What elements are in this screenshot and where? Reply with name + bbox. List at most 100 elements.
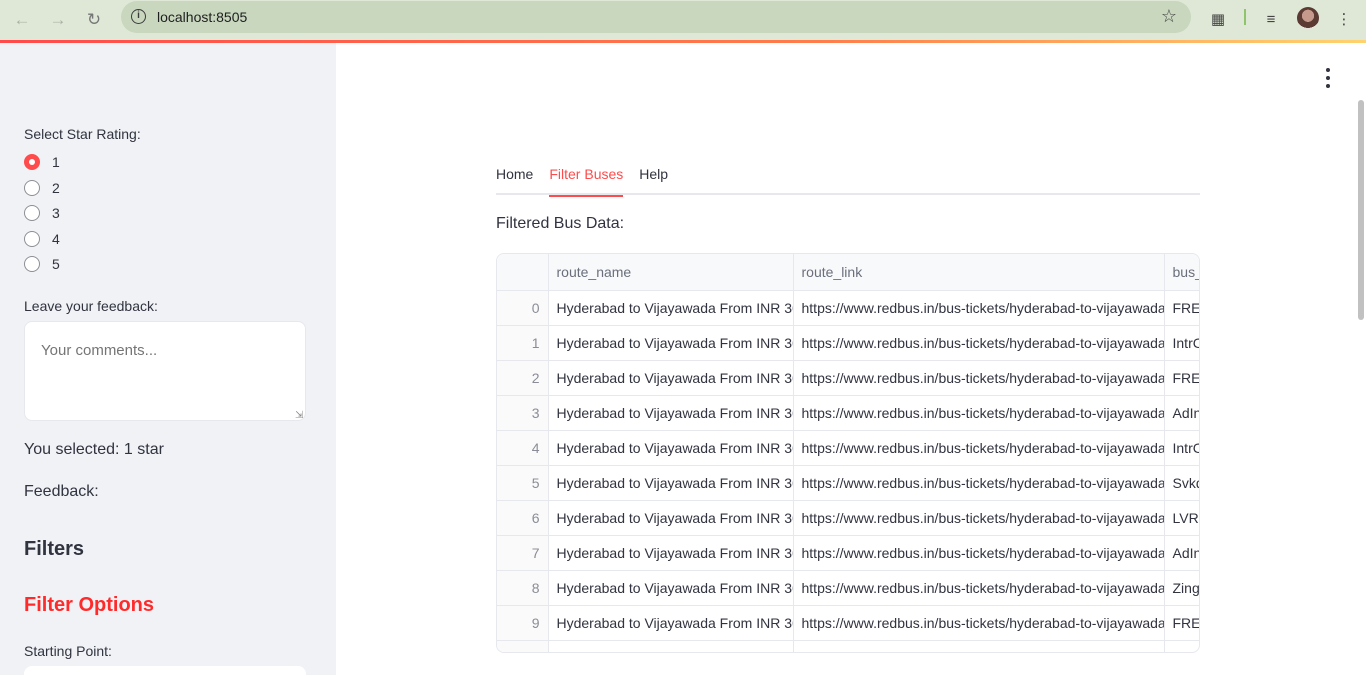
cell-bus-name[interactable]: FRES <box>1164 290 1199 326</box>
cell-route-name[interactable]: Hyderabad to Vijayawada From INR 367 <box>548 605 794 641</box>
tab-filter-buses[interactable]: Filter Buses <box>549 161 623 197</box>
column-header-bus-name[interactable]: bus_ <box>1164 254 1199 291</box>
cell-route-name[interactable]: Hyderabad to Vijayawada From INR 367 <box>548 325 794 361</box>
cell-route-name[interactable]: Hyderabad to Vijayawada From INR 367 <box>548 290 794 326</box>
table-row[interactable]: 8 Hyderabad to Vijayawada From INR 367 htt… <box>497 570 1199 606</box>
star-option-label: 1 <box>52 154 60 170</box>
star-option-label: 5 <box>52 256 60 272</box>
cell-bus-name[interactable]: FRES <box>1164 360 1199 396</box>
star-option-label: 3 <box>52 205 60 221</box>
cell-route-link[interactable]: https://www.redbus.in/bus-tickets/hydera… <box>793 360 1165 396</box>
selected-star-text: You selected: 1 star <box>24 441 164 458</box>
resize-handle-icon[interactable]: ⇲ <box>295 410 303 421</box>
cell-bus-name[interactable]: Svkd <box>1164 465 1199 501</box>
radio-button-selected[interactable] <box>24 154 40 170</box>
row-index: 3 <box>497 395 549 431</box>
cell-route-name[interactable]: Hyderabad to Vijayawada From INR 367 <box>548 465 794 501</box>
bus-data-table[interactable]: route_name route_link bus_ 0 Hyderabad to… <box>496 253 1200 653</box>
row-index: 8 <box>497 570 549 606</box>
cell-bus-name[interactable]: IntrC <box>1164 325 1199 361</box>
row-index: 6 <box>497 500 549 536</box>
cell-route-name[interactable]: Hyderabad to Vijayawada From INR 367 <box>548 535 794 571</box>
cell-route-name[interactable]: Hyderabad to Vijayawada From INR 367 <box>548 395 794 431</box>
cell-bus-name[interactable]: AdIn <box>1164 395 1199 431</box>
starting-point-select[interactable] <box>24 666 306 686</box>
row-index: 1 <box>497 325 549 361</box>
table-row[interactable]: 4 Hyderabad to Vijayawada From INR 367 htt… <box>497 430 1199 466</box>
toolbar-divider <box>1244 9 1246 25</box>
table-row[interactable]: 3 Hyderabad to Vijayawada From INR 367 htt… <box>497 395 1199 431</box>
star-rating-label: Select Star Rating: <box>24 126 141 142</box>
cell-bus-name[interactable]: AdIn <box>1164 535 1199 571</box>
url-text[interactable]: localhost:8505 <box>157 9 247 25</box>
tab-bar: Home Filter Buses Help <box>496 161 1200 197</box>
row-index: 4 <box>497 430 549 466</box>
feedback-textarea[interactable] <box>24 321 306 421</box>
table-row[interactable]: 2 Hyderabad to Vijayawada From INR 367 htt… <box>497 360 1199 396</box>
cell-route-link[interactable]: https://www.redbus.in/bus-tickets/hydera… <box>793 535 1165 571</box>
radio-button[interactable] <box>24 231 40 247</box>
star-option-label: 4 <box>52 231 60 247</box>
table-row[interactable]: 1 Hyderabad to Vijayawada From INR 367 htt… <box>497 325 1199 361</box>
profile-avatar[interactable] <box>1297 7 1319 29</box>
column-header-route-name[interactable]: route_name <box>548 254 794 291</box>
address-bar[interactable]: i localhost:8505 ☆ <box>121 1 1191 33</box>
radio-button[interactable] <box>24 256 40 272</box>
row-index: 9 <box>497 605 549 641</box>
star-option-label: 2 <box>52 180 60 196</box>
cell-route-name[interactable]: Hyderabad to Vijayawada From INR 367 <box>548 570 794 606</box>
star-option-4[interactable]: 4 <box>24 229 60 249</box>
star-option-2[interactable]: 2 <box>24 178 60 198</box>
radio-button[interactable] <box>24 205 40 221</box>
filter-options-heading: Filter Options <box>24 594 154 616</box>
table-row[interactable]: 0 Hyderabad to Vijayawada From INR 367 htt… <box>497 290 1199 326</box>
cell-bus-name[interactable]: IntrC <box>1164 430 1199 466</box>
index-header <box>497 254 549 291</box>
cell-route-link[interactable]: https://www.redbus.in/bus-tickets/hydera… <box>793 465 1165 501</box>
feedback-label: Leave your feedback: <box>24 298 158 314</box>
star-option-3[interactable]: 3 <box>24 203 60 223</box>
row-index: 7 <box>497 535 549 571</box>
media-control-icon[interactable]: ≡ <box>1259 7 1283 31</box>
table-row[interactable]: 5 Hyderabad to Vijayawada From INR 367 htt… <box>497 465 1199 501</box>
row-index: 5 <box>497 465 549 501</box>
table-row[interactable]: 9 Hyderabad to Vijayawada From INR 367 htt… <box>497 605 1199 641</box>
cell-route-link[interactable]: https://www.redbus.in/bus-tickets/hydera… <box>793 395 1165 431</box>
table-row[interactable]: 6 Hyderabad to Vijayawada From INR 367 htt… <box>497 500 1199 536</box>
star-option-5[interactable]: 5 <box>24 254 60 274</box>
main-content: Home Filter Buses Help Filtered Bus Data… <box>336 43 1366 675</box>
filters-heading: Filters <box>24 538 85 560</box>
cell-bus-name[interactable]: FRES <box>1164 605 1199 641</box>
column-header-route-link[interactable]: route_link <box>793 254 1165 291</box>
table-row-partial <box>497 640 1199 652</box>
table-row[interactable]: 7 Hyderabad to Vijayawada From INR 367 htt… <box>497 535 1199 571</box>
scrollbar[interactable] <box>1358 100 1364 320</box>
cell-route-link[interactable]: https://www.redbus.in/bus-tickets/hydera… <box>793 290 1165 326</box>
sidebar: Select Star Rating: 1 2 3 4 5 Leave your… <box>0 43 336 686</box>
site-info-icon[interactable]: i <box>131 9 146 24</box>
cell-bus-name[interactable]: Zingl <box>1164 570 1199 606</box>
tab-home[interactable]: Home <box>496 161 533 195</box>
bookmark-star-icon[interactable]: ☆ <box>1161 6 1177 27</box>
table-header-row: route_name route_link bus_ <box>497 254 1199 291</box>
empty-cell <box>548 640 794 652</box>
app-menu-icon[interactable] <box>1322 68 1334 88</box>
cell-route-link[interactable]: https://www.redbus.in/bus-tickets/hydera… <box>793 570 1165 606</box>
cell-route-link[interactable]: https://www.redbus.in/bus-tickets/hydera… <box>793 430 1165 466</box>
forward-icon[interactable]: → <box>45 7 71 33</box>
extensions-icon[interactable]: ▦ <box>1206 7 1230 31</box>
cell-bus-name[interactable]: LVR T <box>1164 500 1199 536</box>
cell-route-link[interactable]: https://www.redbus.in/bus-tickets/hydera… <box>793 325 1165 361</box>
cell-route-name[interactable]: Hyderabad to Vijayawada From INR 367 <box>548 430 794 466</box>
browser-menu-icon[interactable]: ⋮ <box>1332 7 1356 31</box>
radio-button[interactable] <box>24 180 40 196</box>
cell-route-name[interactable]: Hyderabad to Vijayawada From INR 367 <box>548 360 794 396</box>
tab-help[interactable]: Help <box>639 161 668 195</box>
cell-route-link[interactable]: https://www.redbus.in/bus-tickets/hydera… <box>793 605 1165 641</box>
filtered-data-heading: Filtered Bus Data: <box>496 215 625 232</box>
star-option-1[interactable]: 1 <box>24 152 60 172</box>
back-icon[interactable]: ← <box>9 7 35 33</box>
reload-icon[interactable]: ↻ <box>81 7 107 33</box>
cell-route-name[interactable]: Hyderabad to Vijayawada From INR 367 <box>548 500 794 536</box>
cell-route-link[interactable]: https://www.redbus.in/bus-tickets/hydera… <box>793 500 1165 536</box>
